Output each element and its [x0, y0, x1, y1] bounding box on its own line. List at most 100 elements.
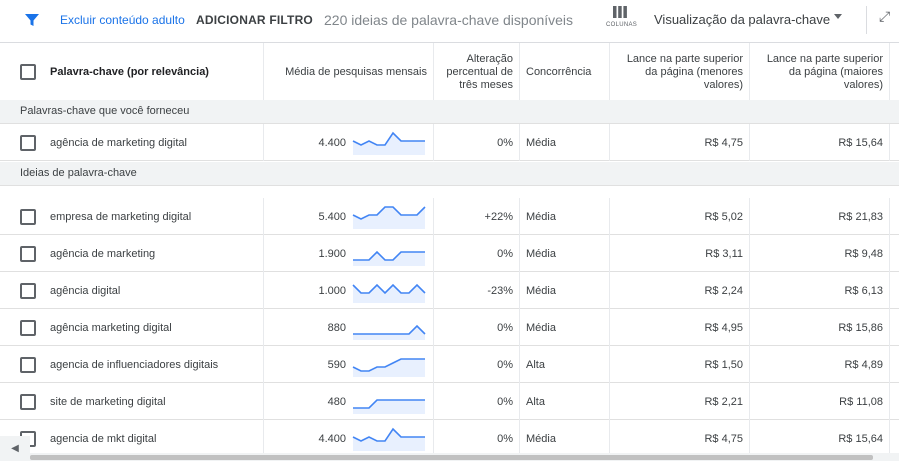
- header-change[interactable]: Alteração percentual de três meses: [434, 43, 520, 101]
- competition-cell: Alta: [520, 383, 610, 420]
- exclude-adult-link[interactable]: Excluir conteúdo adulto: [60, 13, 185, 27]
- change-cell: 0%: [434, 420, 520, 457]
- add-filter-button[interactable]: ADICIONAR FILTRO: [196, 13, 313, 27]
- row-checkbox[interactable]: [20, 135, 36, 151]
- keyword-cell: site de marketing digital: [44, 383, 264, 420]
- bid-high-cell: R$ 6,13: [750, 272, 890, 309]
- competition-cell: Média: [520, 198, 610, 235]
- group-label: Ideias de palavra-chave: [20, 167, 137, 179]
- expand-icon[interactable]: ⤢: [879, 8, 890, 25]
- columns-icon: [613, 6, 627, 18]
- change-cell: 0%: [434, 383, 520, 420]
- change-cell: +22%: [434, 198, 520, 235]
- scrollbar-thumb[interactable]: [30, 455, 873, 460]
- bid-high-cell: R$ 15,86: [750, 309, 890, 346]
- trend-sparkline: [353, 399, 425, 414]
- bid-high-cell: R$ 15,64: [750, 420, 890, 457]
- keyword-cell: agência digital: [44, 272, 264, 309]
- competition-cell: Média: [520, 309, 610, 346]
- table-row[interactable]: agência de marketing 1.900 0% Média R$ 3,11 R…: [0, 235, 899, 272]
- header-bid-low[interactable]: Lance na parte superior da página (menor…: [610, 43, 750, 101]
- keyword-cell: agencia de mkt digital: [44, 420, 264, 457]
- searches-cell: 590: [327, 358, 346, 371]
- table-header: Palavra-chave (por relevância) Média de …: [0, 42, 899, 102]
- searches-cell: 880: [327, 321, 346, 334]
- keyword-cell: agencia de influenciadores digitais: [44, 346, 264, 383]
- bid-high-cell: R$ 15,64: [750, 124, 890, 161]
- row-checkbox[interactable]: [20, 283, 36, 299]
- bid-low-cell: R$ 4,75: [610, 124, 750, 161]
- searches-cell: 5.400: [318, 210, 346, 223]
- keyword-cell: agência de marketing: [44, 235, 264, 272]
- bid-low-cell: R$ 5,02: [610, 198, 750, 235]
- table-row[interactable]: agência digital 1.000 -23% Média R$ 2,24 R$ 6…: [0, 272, 899, 309]
- header-keyword[interactable]: Palavra-chave (por relevância): [44, 43, 264, 101]
- table-row[interactable]: agência marketing digital 880 0% Média R$ 4,…: [0, 309, 899, 346]
- trend-sparkline: [352, 131, 425, 155]
- header-bid-high[interactable]: Lance na parte superior da página (maior…: [750, 43, 890, 101]
- trend-sparkline: [352, 358, 425, 377]
- keyword-count: 220 ideias de palavra-chave disponíveis: [324, 12, 574, 28]
- bid-low-cell: R$ 1,50: [610, 346, 750, 383]
- toolbar: Excluir conteúdo adulto ADICIONAR FILTRO…: [0, 0, 899, 42]
- view-select[interactable]: Visualização da palavra-chave: [654, 12, 830, 27]
- row-checkbox[interactable]: [20, 320, 36, 336]
- table-row[interactable]: site de marketing digital 480 0% Alta R$ 2,2…: [0, 383, 899, 420]
- group-provided: Palavras-chave que você forneceu: [0, 100, 899, 124]
- table-row[interactable]: agência de marketing digital 4.400 0% Média…: [0, 124, 899, 161]
- competition-cell: Média: [520, 235, 610, 272]
- row-checkbox[interactable]: [20, 209, 36, 225]
- change-cell: 0%: [434, 124, 520, 161]
- select-all-checkbox[interactable]: [20, 64, 36, 80]
- scroll-left-icon[interactable]: ◀: [0, 436, 30, 461]
- competition-cell: Média: [520, 420, 610, 457]
- columns-button[interactable]: COLUNAS: [606, 6, 638, 28]
- trend-sparkline: [352, 283, 426, 303]
- table-row[interactable]: agencia de mkt digital 4.400 0% Média R$ 4,7…: [0, 420, 899, 457]
- table-row[interactable]: empresa de marketing digital 5.400 +22% Méd…: [0, 198, 899, 235]
- change-cell: 0%: [434, 309, 520, 346]
- keyword-cell: agência marketing digital: [44, 309, 264, 346]
- group-label: Palavras-chave que você forneceu: [20, 105, 190, 117]
- bid-low-cell: R$ 2,21: [610, 383, 750, 420]
- divider: [866, 6, 867, 34]
- change-cell: 0%: [434, 346, 520, 383]
- row-checkbox[interactable]: [20, 394, 36, 410]
- bid-low-cell: R$ 2,24: [610, 272, 750, 309]
- header-avg-searches[interactable]: Média de pesquisas mensais: [264, 43, 434, 101]
- trend-area: [353, 252, 425, 266]
- filter-icon[interactable]: [24, 12, 40, 28]
- keyword-cell: empresa de marketing digital: [44, 198, 264, 235]
- searches-cell: 4.400: [318, 136, 346, 149]
- searches-cell: 480: [327, 395, 346, 408]
- competition-cell: Média: [520, 124, 610, 161]
- table-row[interactable]: agencia de influenciadores digitais 590 0%…: [0, 346, 899, 383]
- keyword-cell: agência de marketing digital: [44, 124, 264, 161]
- searches-cell: 1.900: [318, 247, 346, 260]
- bid-high-cell: R$ 21,83: [750, 198, 890, 235]
- bid-high-cell: R$ 11,08: [750, 383, 890, 420]
- bid-high-cell: R$ 4,89: [750, 346, 890, 383]
- competition-cell: Média: [520, 272, 610, 309]
- columns-label: COLUNAS: [606, 22, 638, 28]
- chevron-down-icon[interactable]: [834, 14, 842, 19]
- trend-sparkline: [353, 324, 426, 340]
- trend-area: [353, 359, 425, 377]
- bid-low-cell: R$ 4,75: [610, 420, 750, 457]
- group-ideas: Ideias de palavra-chave: [0, 162, 899, 186]
- row-checkbox[interactable]: [20, 357, 36, 373]
- competition-cell: Alta: [520, 346, 610, 383]
- bid-low-cell: R$ 4,95: [610, 309, 750, 346]
- trend-sparkline: [353, 250, 425, 266]
- bid-high-cell: R$ 9,48: [750, 235, 890, 272]
- header-competition[interactable]: Concorrência: [520, 43, 610, 101]
- trend-area: [353, 400, 425, 414]
- bid-low-cell: R$ 3,11: [610, 235, 750, 272]
- searches-cell: 4.400: [318, 432, 346, 445]
- trend-sparkline: [352, 427, 425, 451]
- row-checkbox[interactable]: [20, 246, 36, 262]
- change-cell: -23%: [434, 272, 520, 309]
- change-cell: 0%: [434, 235, 520, 272]
- trend-sparkline: [352, 206, 426, 229]
- searches-cell: 1.000: [318, 284, 346, 297]
